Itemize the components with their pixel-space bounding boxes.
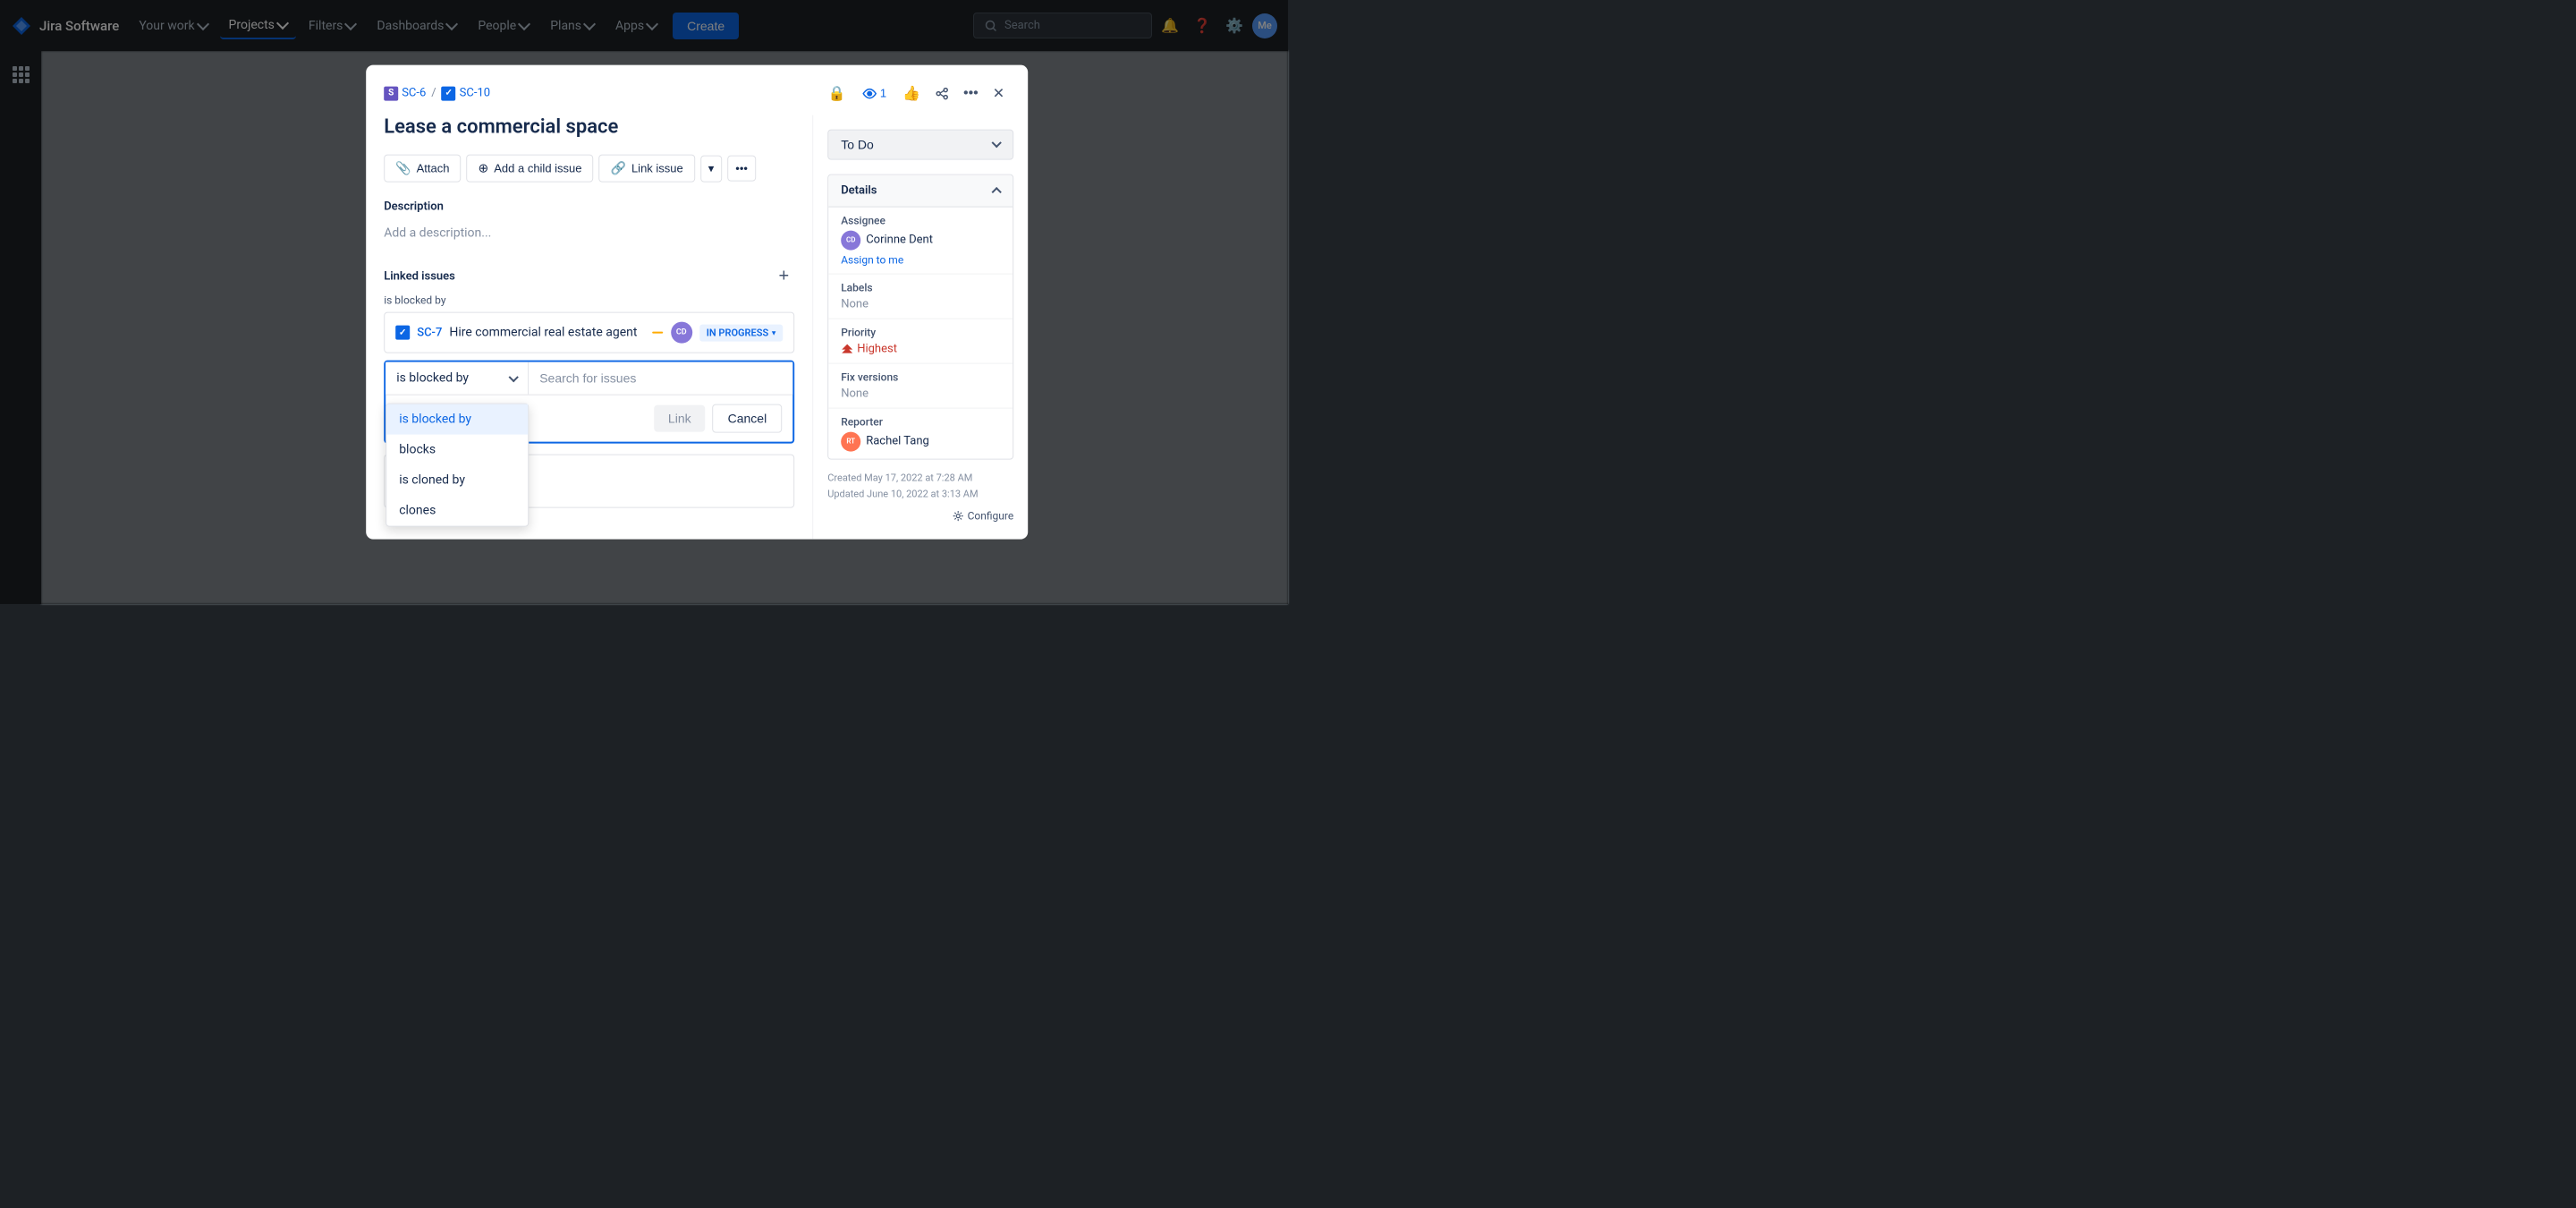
toolbar: 📎 Attach ⊕ Add a child issue 🔗 Link issu… xyxy=(384,155,794,183)
assignee-row: Assignee CD Corinne Dent Assign to me xyxy=(828,207,1013,274)
description-placeholder[interactable]: Add a description... xyxy=(384,219,794,248)
fix-versions-value: None xyxy=(841,387,1000,400)
linked-issues-header: Linked issues + xyxy=(384,266,794,287)
dropdown-item-is-blocked-by[interactable]: is blocked by xyxy=(386,404,528,435)
chevron-down-icon: ▾ xyxy=(772,328,775,336)
breadcrumb: S SC-6 / ✓ SC-10 xyxy=(384,86,490,100)
priority-icon xyxy=(651,327,664,339)
fix-versions-row: Fix versions None xyxy=(828,363,1013,408)
watch-button[interactable]: 1 xyxy=(855,81,894,106)
cancel-button[interactable]: Cancel xyxy=(713,404,783,433)
priority-highest-icon xyxy=(841,343,853,355)
created-timestamp: Created May 17, 2022 at 7:28 AM xyxy=(827,470,1013,487)
close-button[interactable]: ✕ xyxy=(987,79,1010,107)
reporter-value: RT Rachel Tang xyxy=(841,431,1000,451)
eye-icon xyxy=(862,86,877,100)
priority-medium-icon xyxy=(651,327,664,339)
linked-issue-assignee-avatar: CD xyxy=(671,322,692,344)
chevron-up-icon xyxy=(992,186,1002,196)
status-button[interactable]: To Do xyxy=(827,129,1013,159)
task-type-icon: ✓ xyxy=(395,326,410,340)
task-icon: ✓ xyxy=(442,86,456,100)
lock-button[interactable]: 🔒 xyxy=(823,79,852,107)
more-toolbar-button[interactable]: ▾ xyxy=(700,155,723,182)
link-issue-form: is blocked by is blocked by blocks is cl… xyxy=(384,361,794,444)
updated-timestamp: Updated June 10, 2022 at 3:13 AM xyxy=(827,487,1013,504)
more-options-button[interactable]: ••• xyxy=(958,80,984,106)
linked-issues-title: Linked issues xyxy=(384,269,455,283)
link-type-row: is blocked by xyxy=(386,362,792,396)
link-icon: 🔗 xyxy=(611,161,626,176)
details-header[interactable]: Details xyxy=(828,174,1013,207)
breadcrumb-separator: / xyxy=(431,87,436,100)
modal-right-panel: To Do Details Assignee CD Corinne Dent A… xyxy=(813,115,1028,540)
priority-row: Priority Highest xyxy=(828,319,1013,363)
linked-issue-key[interactable]: SC-7 xyxy=(417,326,442,339)
attach-button[interactable]: 📎 Attach xyxy=(384,155,461,183)
priority-label: Priority xyxy=(841,326,1000,338)
configure-link[interactable]: Configure xyxy=(953,506,1014,524)
share-icon xyxy=(935,86,949,100)
labels-row: Labels None xyxy=(828,274,1013,319)
link-button[interactable]: Link xyxy=(654,405,706,432)
priority-value: Highest xyxy=(841,342,1000,355)
linked-issue-title: Hire commercial real estate agent xyxy=(449,326,643,340)
linked-issue-row: ✓ SC-7 Hire commercial real estate agent… xyxy=(384,312,794,353)
share-button[interactable] xyxy=(929,81,954,106)
reporter-avatar: RT xyxy=(841,431,860,451)
story-icon: S xyxy=(384,86,398,100)
thumbs-up-button[interactable]: 👍 xyxy=(897,79,926,107)
link-type-dropdown: is blocked by blocks is cloned by clones xyxy=(386,404,529,527)
modal-left-panel: Lease a commercial space 📎 Attach ⊕ Add … xyxy=(366,115,813,540)
assignee-avatar: CD xyxy=(841,230,860,250)
gear-icon xyxy=(953,511,964,522)
paperclip-icon: 📎 xyxy=(395,161,411,176)
child-issue-icon: ⊕ xyxy=(478,161,488,176)
breadcrumb-parent[interactable]: S SC-6 xyxy=(384,86,426,100)
linked-issue-status[interactable]: IN PROGRESS ▾ xyxy=(699,324,783,341)
labels-value: None xyxy=(841,297,1000,311)
reporter-row: Reporter RT Rachel Tang xyxy=(828,408,1013,458)
issue-title: Lease a commercial space xyxy=(384,115,794,140)
chevron-down-icon xyxy=(992,138,1002,148)
assignee-label: Assignee xyxy=(841,214,1000,226)
extra-options-button[interactable]: ••• xyxy=(727,156,756,182)
dropdown-item-blocks[interactable]: blocks xyxy=(386,435,528,465)
fix-versions-label: Fix versions xyxy=(841,370,1000,383)
add-link-button[interactable]: + xyxy=(774,266,795,287)
details-section: Details Assignee CD Corinne Dent Assign … xyxy=(827,174,1013,459)
issue-modal: S SC-6 / ✓ SC-10 🔒 1 👍 xyxy=(366,64,1028,540)
labels-label: Labels xyxy=(841,281,1000,293)
chevron-down-icon xyxy=(509,372,519,382)
reporter-label: Reporter xyxy=(841,415,1000,428)
description-label: Description xyxy=(384,200,794,214)
modal-actions: 🔒 1 👍 ••• ✕ xyxy=(823,79,1010,107)
is-blocked-by-label: is blocked by xyxy=(384,294,794,307)
modal-body: Lease a commercial space 📎 Attach ⊕ Add … xyxy=(366,115,1028,540)
breadcrumb-current[interactable]: ✓ SC-10 xyxy=(442,86,490,100)
modal-header: S SC-6 / ✓ SC-10 🔒 1 👍 xyxy=(366,64,1028,115)
details-title: Details xyxy=(841,183,877,197)
link-type-select[interactable]: is blocked by xyxy=(386,362,529,395)
dropdown-item-is-cloned-by[interactable]: is cloned by xyxy=(386,465,528,496)
add-child-issue-button[interactable]: ⊕ Add a child issue xyxy=(466,155,593,183)
assign-to-me-link[interactable]: Assign to me xyxy=(841,253,1000,266)
assignee-value: CD Corinne Dent xyxy=(841,230,1000,250)
dropdown-item-clones[interactable]: clones xyxy=(386,496,528,526)
link-issue-button[interactable]: 🔗 Link issue xyxy=(599,155,695,183)
timestamps: Created May 17, 2022 at 7:28 AM Updated … xyxy=(827,459,1013,503)
search-issues-input[interactable] xyxy=(529,362,792,395)
